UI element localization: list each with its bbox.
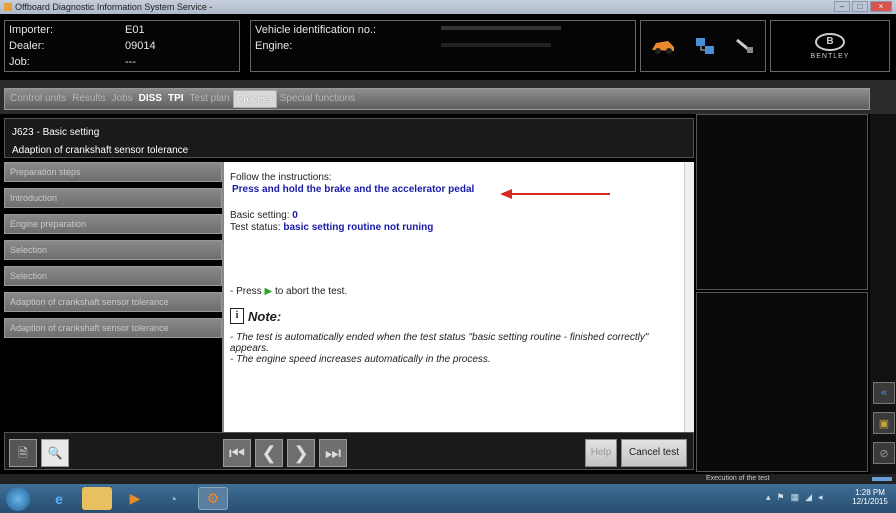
red-arrow-icon [500,189,610,199]
maximize-button[interactable]: □ [852,1,868,12]
tool-icons [640,20,766,72]
brand-logo: B BENTLEY [770,20,890,72]
note-line-2: - The engine speed increases automatical… [230,354,491,365]
job-label: Job: [9,56,30,68]
dealer-value: 09014 [125,40,156,52]
step-item[interactable]: Engine preparation [4,214,222,234]
tab-special-functions[interactable]: Special functions [277,90,359,108]
tab-diss[interactable]: DISS [136,90,165,108]
save-icon[interactable]: ▣ [873,412,895,434]
tray-icons[interactable]: ▴⚑▦◢◂ [766,492,829,503]
window-titlebar: Offboard Diagnostic Information System S… [0,0,896,14]
instruction-text: Press and hold the brake and the acceler… [232,184,475,195]
last-page-button[interactable]: ⏭ [319,439,347,467]
tab-tpi[interactable]: TPI [165,90,187,108]
internet-explorer-icon[interactable]: e [44,487,74,510]
step-item[interactable]: Preparation steps [4,162,222,182]
minimize-button[interactable]: – [834,1,850,12]
module-header: J623 - Basic setting Adaption of cranksh… [4,118,694,158]
first-page-button[interactable]: ⏮ [223,439,251,467]
brand-name: BENTLEY [810,52,850,60]
close-button[interactable]: × [870,1,892,12]
play-icon: ▶ [264,286,273,297]
car-icon[interactable] [650,37,676,55]
engine-value-redacted [441,43,551,47]
vin-value-redacted [441,26,561,30]
tabs: Control units Results Jobs DISS TPI Test… [4,88,870,110]
basic-setting-label: Basic setting: [230,210,290,221]
tab-test-plan[interactable]: Test plan [187,90,233,108]
back-icon[interactable]: « [873,382,895,404]
note-title: Note: [248,308,282,324]
clock[interactable]: 1:28 PM 12/1/2015 [848,488,892,506]
abort-text: to abort the test. [274,286,348,297]
step-item[interactable]: Introduction [4,188,222,208]
help-button[interactable]: Help [585,439,617,467]
job-value: --- [125,56,136,68]
instruction-panel: Follow the instructions: Press and hold … [222,162,694,434]
previous-button[interactable]: ❮ [255,439,283,467]
test-status-value: basic setting routine not runing [283,222,434,233]
vin-label: Vehicle identification no.: [255,24,377,36]
app-icon-4[interactable]: ◔ [158,487,188,510]
network-icon[interactable] [694,36,716,56]
step-item[interactable]: Selection [4,240,222,260]
cancel-test-button[interactable]: Cancel test [621,439,687,467]
press-abort-row: - Press ▶ to abort the test. [230,286,347,297]
clock-time: 1:28 PM [855,488,885,497]
app-icon [4,3,12,11]
right-panel-top [696,114,868,290]
status-text: Execution of the test [706,475,770,482]
settings-icon[interactable]: ⊘ [873,442,895,464]
content-scrollbar[interactable] [684,162,694,434]
start-button-icon[interactable] [6,487,30,511]
progress-indicator [872,477,892,481]
vehicle-info-box: Vehicle identification no.: Engine: [250,20,636,72]
basic-setting-row: Basic setting: 0 [230,210,298,221]
taskbar: e ▶ ◔ ⚙ ▴⚑▦◢◂ 1:28 PM 12/1/2015 [0,484,896,513]
window-title: Offboard Diagnostic Information System S… [15,2,213,12]
step-list: Preparation steps Introduction Engine pr… [4,162,222,432]
dealer-label: Dealer: [9,40,45,52]
folder-icon[interactable] [82,487,112,510]
engine-label: Engine: [255,40,293,52]
tab-jobs[interactable]: Jobs [109,90,136,108]
document-icon[interactable]: 🗎 [9,439,37,467]
step-item[interactable]: Adaption of crankshaft sensor tolerance [4,318,222,338]
step-item[interactable]: Adaption of crankshaft sensor tolerance [4,292,222,312]
status-bar: Execution of the test [0,474,896,484]
media-player-icon[interactable]: ▶ [120,487,150,510]
note-line-1b: appears. [230,343,269,354]
clock-date: 12/1/2015 [852,497,888,506]
tab-process[interactable]: Process [232,90,277,108]
press-text: - Press [230,286,262,297]
test-status-row: Test status: basic setting routine not r… [230,222,433,233]
module-subtitle: Adaption of crankshaft sensor tolerance [12,145,189,156]
right-panel-bottom [696,292,868,472]
module-title: J623 - Basic setting [12,127,100,138]
bottom-toolbar: 🗎 🔍 ⏮ ❮ ❯ ⏭ Help Cancel test [4,432,694,470]
follow-text: Follow the instructions: [230,172,332,183]
step-item[interactable]: Selection [4,266,222,286]
main-area: J623 - Basic setting Adaption of cranksh… [0,114,870,474]
info-icon: i [230,308,244,324]
header: Importer: E01 Dealer: 09014 Job: --- Veh… [0,14,896,80]
next-button[interactable]: ❯ [287,439,315,467]
importer-value: E01 [125,24,145,36]
odis-taskbar-icon[interactable]: ⚙ [198,487,228,510]
tab-bar: Control units Results Jobs DISS TPI Test… [0,80,896,114]
tab-control-units[interactable]: Control units [7,90,69,108]
document-search-icon[interactable]: 🔍 [41,439,69,467]
importer-label: Importer: [9,24,54,36]
note-line-1: - The test is automatically ended when t… [230,332,649,343]
brand-mark: B [815,32,845,51]
dealer-info-box: Importer: E01 Dealer: 09014 Job: --- [4,20,240,72]
basic-setting-value: 0 [292,210,298,221]
tab-results[interactable]: Results [69,90,108,108]
plug-icon[interactable] [734,36,756,56]
test-status-label: Test status: [230,222,281,233]
note-heading: i Note: [230,308,281,324]
